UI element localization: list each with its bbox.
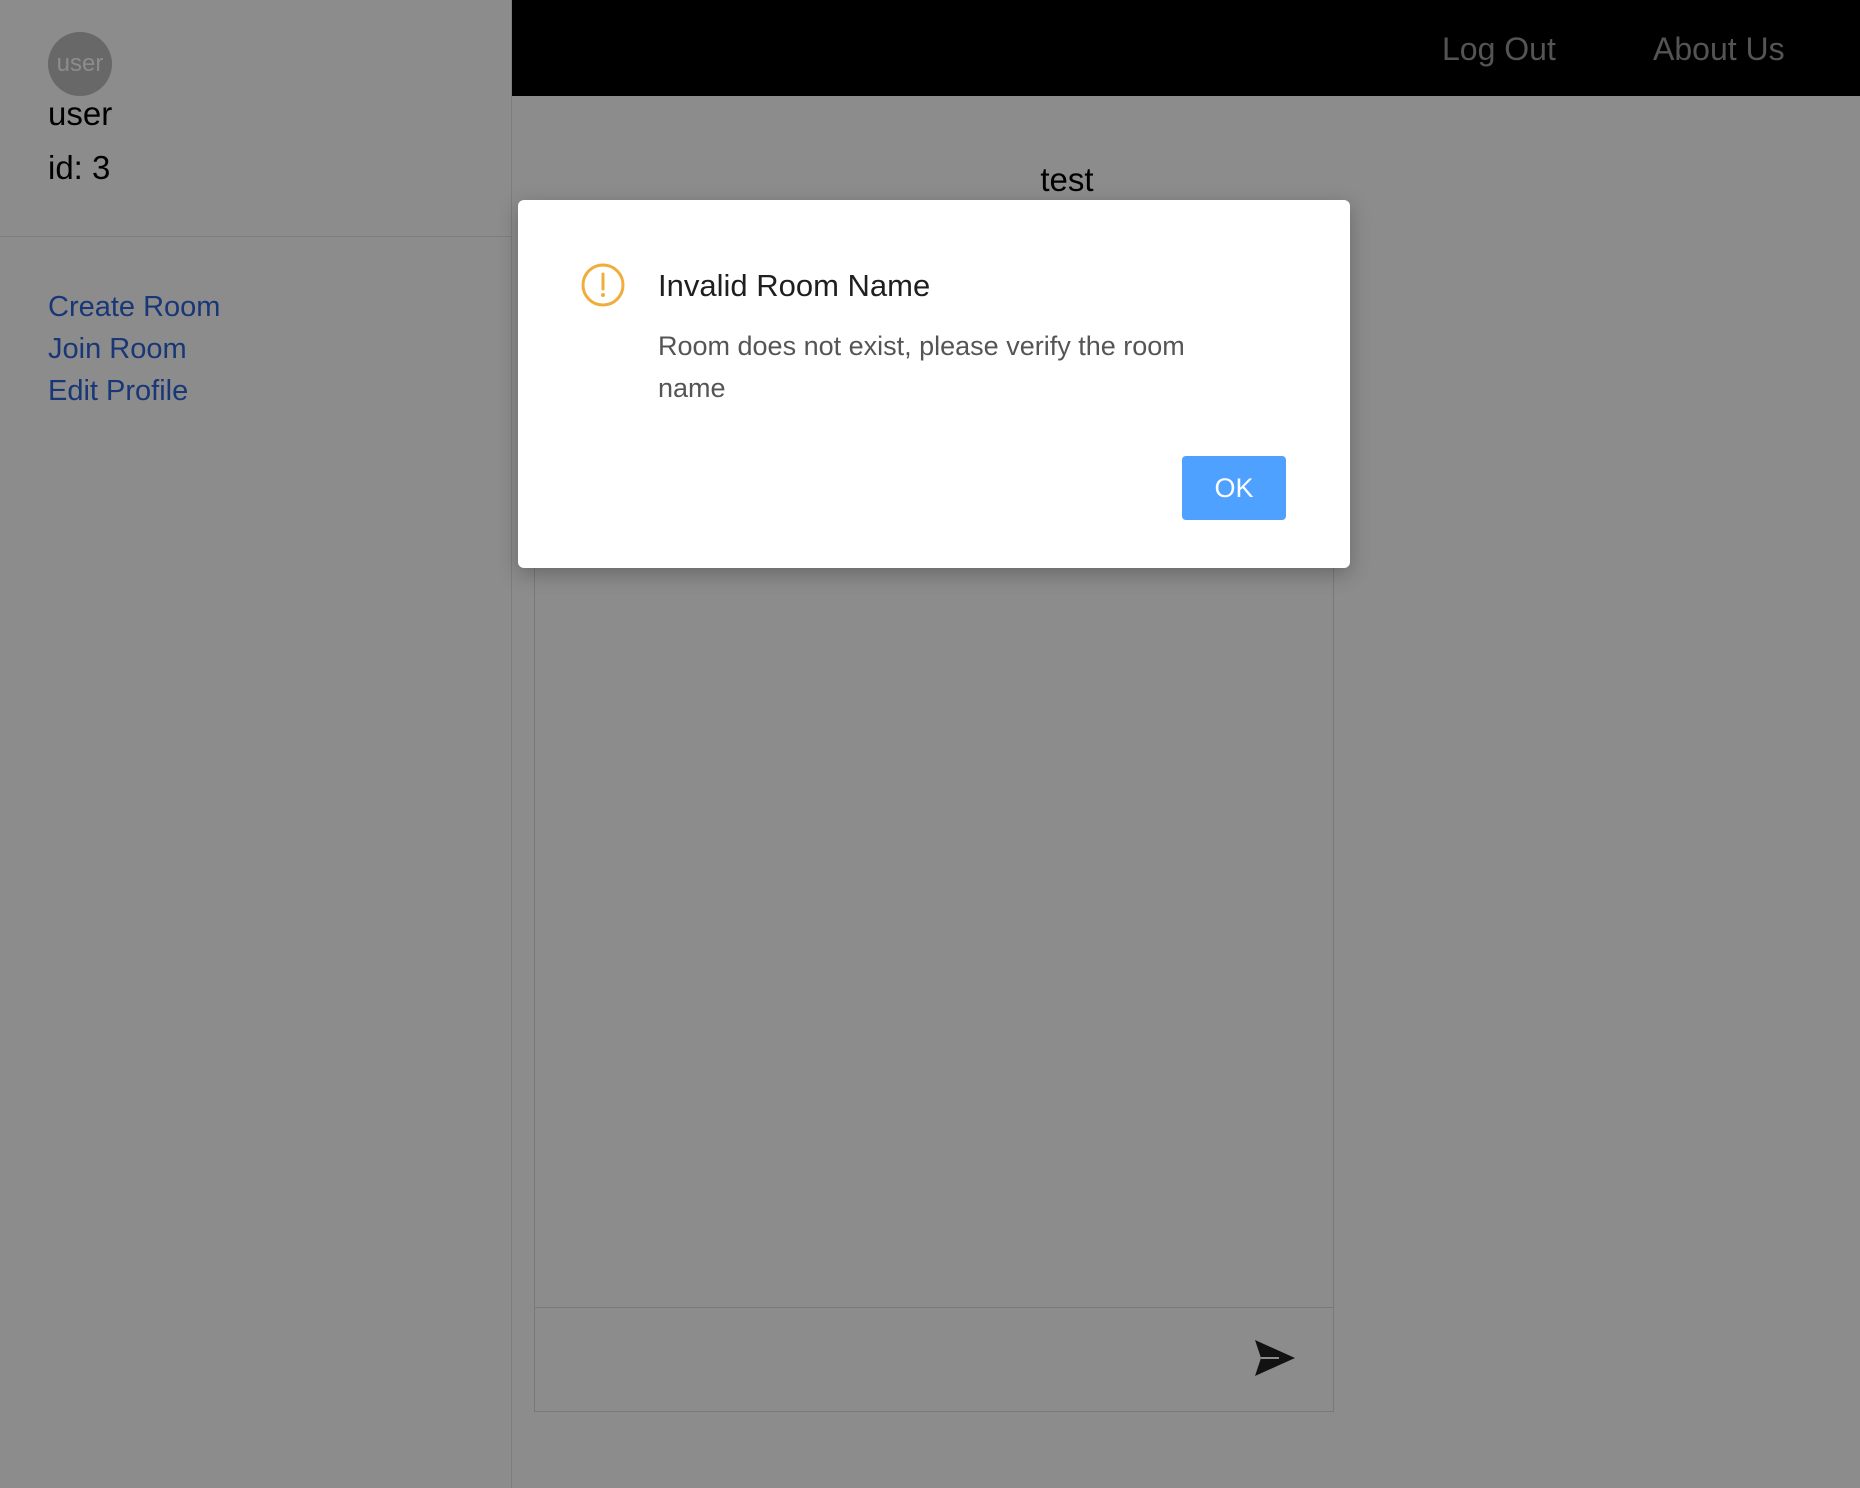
ok-button[interactable]: OK <box>1182 456 1286 520</box>
dialog-title: Invalid Room Name <box>658 268 931 303</box>
warning-icon <box>581 263 625 307</box>
alert-dialog: Invalid Room Name Room does not exist, p… <box>518 200 1350 568</box>
dialog-message: Room does not exist, please verify the r… <box>658 331 1185 403</box>
